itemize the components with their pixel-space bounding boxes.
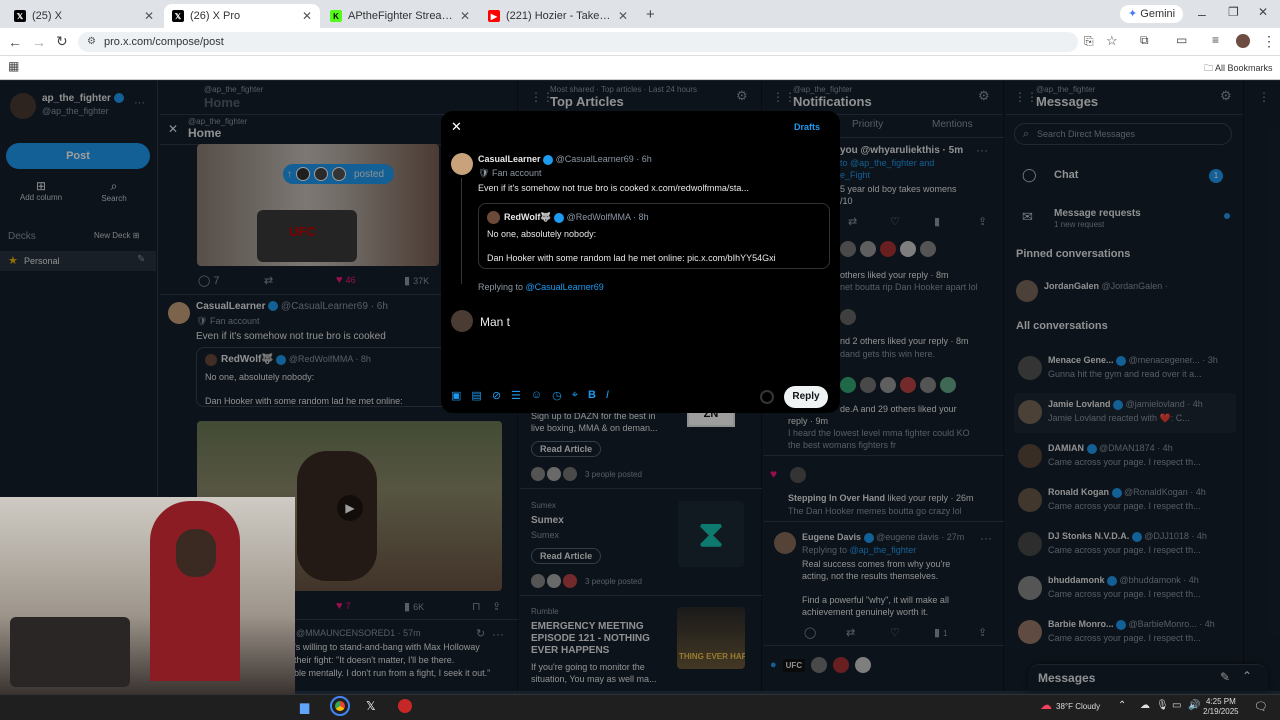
file-explorer-icon[interactable]: ▆	[300, 700, 309, 714]
all-bookmarks-label: All Bookmarks	[1215, 63, 1273, 73]
location-icon[interactable]: ⌖	[572, 389, 578, 402]
browser-menu-icon[interactable]: ⋮	[1262, 33, 1276, 50]
x-logo-icon: 𝕏	[14, 10, 26, 22]
profile-avatar[interactable]	[1236, 34, 1250, 48]
verified-icon	[554, 212, 565, 223]
gemini-label: Gemini	[1140, 8, 1176, 20]
forward-icon[interactable]: →	[32, 34, 46, 50]
verified-icon	[543, 154, 554, 165]
close-dialog-icon[interactable]: ✕	[451, 119, 462, 135]
tab-title: (26) X Pro	[190, 10, 241, 22]
thread-line	[461, 178, 462, 284]
mic-icon[interactable]: 🎙	[1156, 700, 1169, 711]
media-icon[interactable]: ▣	[451, 389, 461, 402]
schedule-icon[interactable]: ◷	[552, 389, 562, 402]
site-info-icon: ⚙	[87, 36, 96, 47]
tab-title: (25) X	[32, 10, 62, 22]
close-tab-icon[interactable]: ✕	[460, 9, 470, 23]
browser-tab-active[interactable]: 𝕏 (26) X Pro ✕	[164, 4, 320, 28]
my-avatar	[451, 310, 473, 332]
address-bar-row: ← → ↻ ⚙ pro.x.com/compose/post ⎘ ☆ ⧉ ▭ ≡…	[0, 28, 1280, 56]
url-field[interactable]: ⚙ pro.x.com/compose/post	[78, 32, 1078, 52]
minimize-icon[interactable]: –	[1198, 6, 1206, 22]
tab-title: APtheFighter Stream - Wait	[348, 10, 454, 22]
x-logo-icon: 𝕏	[172, 10, 184, 22]
composer-toolbar: ▣ ▤ ⊘ ☰ ☺ ◷ ⌖ B I	[451, 389, 609, 402]
tab-title: (221) Hozier - Take Me To C	[506, 10, 612, 22]
weather-icon: ☁	[1040, 698, 1052, 712]
downloads-icon[interactable]: ≡	[1212, 33, 1219, 47]
apps-grid-icon[interactable]: ▦	[8, 59, 19, 73]
quote-avatar	[487, 211, 500, 224]
replying-handle[interactable]: @CasualLearner69	[526, 282, 604, 292]
onedrive-icon[interactable]: ☁	[1140, 700, 1150, 711]
fan-badge-label: Fan account	[491, 168, 542, 178]
browser-tab[interactable]: ▶ (221) Hozier - Take Me To C ✕	[480, 4, 636, 28]
shield-icon: 🛡	[478, 168, 490, 178]
author-handle: @CasualLearner69 · 6h	[555, 154, 652, 164]
tray-chevron-icon[interactable]: ⌃	[1118, 700, 1126, 711]
gemini-icon: ✦	[1128, 8, 1138, 20]
quote-text: Dan Hooker with some random lad he met o…	[487, 253, 776, 263]
quoted-tweet: RedWolf🐺 @RedWolfMMA · 8h No one, absolu…	[478, 203, 830, 269]
drafts-button[interactable]: Drafts	[794, 122, 820, 132]
gif-icon[interactable]: ▤	[471, 389, 481, 402]
quote-header: RedWolf🐺 @RedWolfMMA · 8h	[504, 212, 649, 223]
char-count-ring	[760, 390, 774, 404]
tweet-header: CasualLearner @CasualLearner69 · 6h	[478, 154, 652, 165]
poll-icon[interactable]: ☰	[511, 389, 521, 402]
tab-search-icon[interactable]: ▭	[1176, 33, 1187, 47]
chrome-taskbar-icon[interactable]	[330, 696, 350, 716]
notification-center-icon[interactable]: 🗨	[1254, 700, 1268, 713]
back-icon[interactable]: ←	[8, 34, 22, 50]
obs-taskbar-icon[interactable]	[398, 699, 412, 713]
reload-icon[interactable]: ↻	[56, 33, 68, 50]
bold-icon[interactable]: B	[588, 389, 596, 402]
close-tab-icon[interactable]: ✕	[618, 9, 628, 23]
bookmark-star-icon[interactable]: ☆	[1106, 33, 1118, 49]
browser-tab-strip: 𝕏 (25) X ✕ 𝕏 (26) X Pro ✕ K APtheFighter…	[0, 0, 1280, 28]
install-app-icon[interactable]: ⎘	[1084, 34, 1094, 49]
reply-textbox[interactable]: Man t	[480, 315, 510, 329]
windows-taskbar: ▆ 𝕏 ☁ 38°F Cloudy ⌃ ☁ 🎙 ▭ 🔊 4:25 PM 2/19…	[0, 694, 1280, 720]
youtube-logo-icon: ▶	[488, 10, 500, 22]
all-bookmarks-button[interactable]: 🗀 All Bookmarks	[1204, 61, 1273, 77]
close-window-icon[interactable]: ✕	[1258, 5, 1268, 19]
tweet-avatar	[451, 153, 473, 175]
replying-to: Replying to @CasualLearner69	[478, 282, 604, 292]
browser-tab[interactable]: 𝕏 (25) X ✕	[6, 4, 162, 28]
bookmarks-bar: ▦ 🗀 All Bookmarks	[0, 56, 1280, 80]
volume-icon[interactable]: 🔊	[1188, 700, 1200, 711]
new-tab-icon[interactable]: +	[646, 6, 655, 23]
webcam-overlay	[0, 497, 295, 694]
fan-badge: 🛡 Fan account	[478, 168, 541, 179]
clock-time[interactable]: 4:25 PM	[1206, 697, 1236, 706]
grok-icon[interactable]: ⊘	[492, 389, 501, 402]
italic-icon[interactable]: I	[606, 389, 609, 402]
x-taskbar-icon[interactable]: 𝕏	[366, 699, 376, 713]
author-name: CasualLearner	[478, 154, 541, 164]
extensions-icon[interactable]: ⧉	[1140, 33, 1149, 48]
url-text: pro.x.com/compose/post	[104, 36, 224, 48]
desk-equipment	[10, 617, 130, 687]
streamer-face	[176, 529, 216, 577]
emoji-icon[interactable]: ☺	[531, 389, 542, 402]
streamer-hoodie	[150, 501, 240, 681]
browser-tab[interactable]: K APtheFighter Stream - Wait ✕	[322, 4, 478, 28]
close-tab-icon[interactable]: ✕	[144, 9, 154, 23]
reply-compose-dialog: ✕ Drafts CasualLearner @CasualLearner69 …	[441, 111, 840, 413]
tweet-text: Even if it's somehow not true bro is coo…	[478, 183, 749, 193]
network-icon[interactable]: ▭	[1172, 700, 1181, 711]
maximize-icon[interactable]: ❐	[1228, 5, 1239, 19]
clock-date[interactable]: 2/19/2025	[1203, 707, 1239, 716]
weather-text: 38°F Cloudy	[1056, 702, 1101, 711]
close-tab-icon[interactable]: ✕	[302, 9, 312, 23]
gemini-button[interactable]: ✦ Gemini	[1120, 5, 1184, 23]
folder-icon: 🗀	[1204, 63, 1214, 73]
kick-logo-icon: K	[330, 10, 342, 22]
quote-text: No one, absolutely nobody:	[487, 229, 597, 239]
reply-button[interactable]: Reply	[784, 386, 828, 408]
